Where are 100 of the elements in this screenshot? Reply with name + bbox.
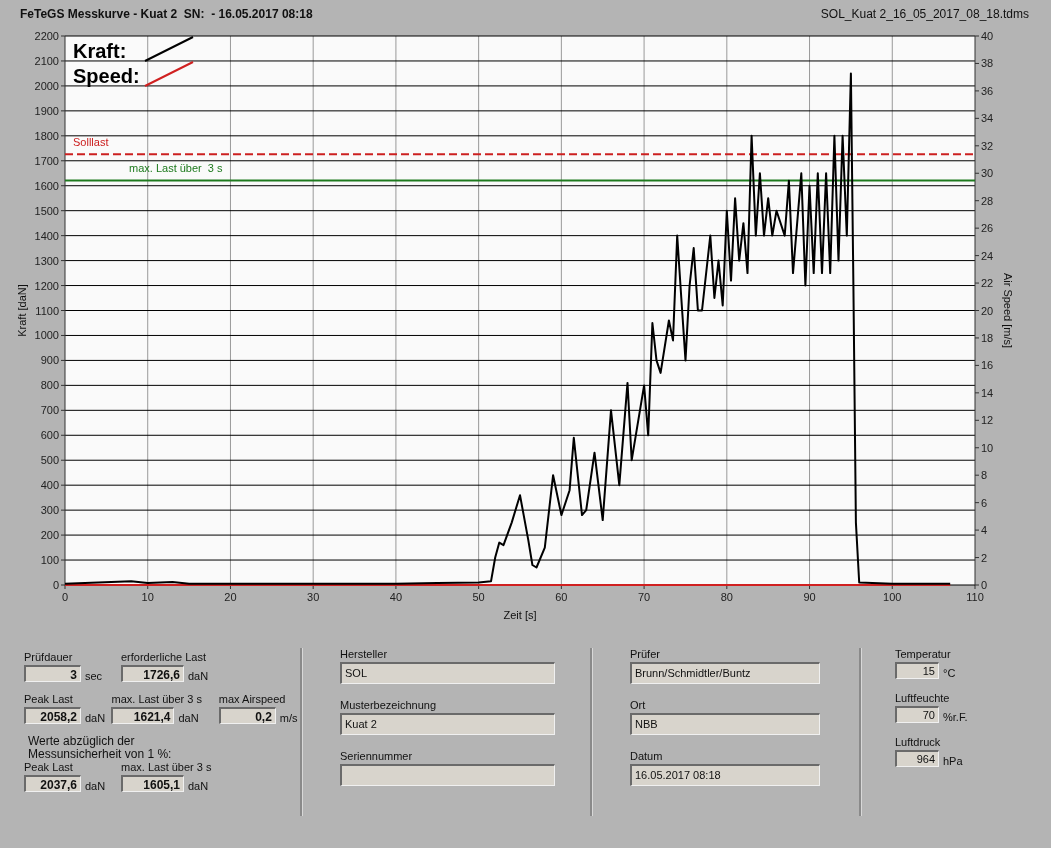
note-text: Werte abzüglich der Messunsicherheit von 1 %: — [28, 735, 173, 761]
x-tick-label: 30 — [307, 591, 320, 603]
value-field: 70 — [895, 706, 939, 723]
x-tick-label: 100 — [883, 591, 902, 603]
y-tick-label: 2000 — [34, 79, 59, 92]
file-name: SOL_Kuat 2_16_05_2017_08_18.tdms — [820, 7, 1029, 21]
y-tick-label: 1400 — [34, 229, 59, 242]
y-tick-label: 1700 — [34, 154, 59, 167]
unit-label: daN — [85, 780, 106, 792]
y2-tick-label: 38 — [981, 57, 994, 70]
y2-tick-label: 10 — [981, 441, 994, 454]
field-label: Peak Last — [24, 693, 74, 705]
y2-tick-label: 18 — [981, 331, 994, 344]
unit-label: m/s — [279, 712, 298, 724]
value-field: 3 — [24, 665, 81, 682]
field-label: erforderliche Last — [121, 651, 207, 663]
value-field: 2058,2 — [24, 707, 81, 724]
y-tick-label: 700 — [40, 404, 59, 417]
y2-tick-label: 14 — [981, 386, 994, 399]
y-tick-label: 400 — [40, 479, 59, 492]
unit-label: %r.F. — [943, 711, 968, 723]
y-tick-label: 2100 — [34, 54, 59, 67]
x-tick-label: 40 — [389, 591, 403, 603]
y-tick-label: 100 — [40, 554, 59, 567]
field-label: max. Last über 3 s — [111, 693, 203, 705]
x-tick-label: 50 — [472, 591, 485, 603]
y2-tick-label: 20 — [981, 304, 994, 317]
x-tick-label: 80 — [720, 591, 733, 603]
x-axis-title: Zeit [s] — [503, 609, 537, 621]
unit-label: daN — [188, 780, 209, 792]
y2-tick-label: 40 — [981, 30, 994, 42]
y2-tick-label: 6 — [981, 496, 988, 509]
unit-label: daN — [188, 670, 209, 682]
unit-label: daN — [178, 712, 199, 724]
field-label: Ort — [630, 699, 647, 711]
y2-axis-title: Air Speed [m/s] — [1002, 272, 1014, 349]
x-tick-label: 70 — [637, 591, 651, 603]
x-tick-label: 60 — [555, 591, 568, 603]
x-tick-label: 20 — [224, 591, 237, 603]
field-label: Prüfdauer — [24, 651, 74, 663]
y2-tick-label: 2 — [981, 551, 988, 564]
value-field: 1605,1 — [121, 775, 184, 792]
y2-tick-label: 36 — [981, 84, 994, 97]
y2-tick-label: 30 — [981, 167, 994, 180]
y-tick-label: 0 — [52, 579, 59, 591]
y-tick-label: 800 — [40, 379, 59, 392]
y-tick-label: 300 — [40, 504, 59, 517]
y2-tick-label: 32 — [981, 139, 994, 152]
y-tick-label: 500 — [40, 454, 59, 467]
legend-label: Speed: — [73, 65, 140, 87]
field-label: Luftfeuchte — [895, 692, 951, 704]
y-tick-label: 200 — [40, 529, 59, 542]
x-tick-label: 10 — [141, 591, 154, 603]
y-tick-label: 1800 — [34, 129, 59, 142]
field-label: Musterbezeichnung — [340, 699, 437, 711]
y2-tick-label: 26 — [981, 222, 994, 235]
unit-label: sec — [85, 670, 103, 682]
field-label: max. Last über 3 s — [121, 761, 213, 773]
legend-line — [144, 61, 194, 87]
field-label: Datum — [630, 750, 664, 762]
y2-tick-label: 28 — [981, 194, 994, 207]
value-field: 1621,4 — [111, 707, 175, 724]
x-tick-label: 0 — [61, 591, 69, 603]
y-tick-label: 1100 — [35, 304, 59, 317]
unit-label: °C — [943, 667, 956, 679]
field-label: Temperatur — [895, 648, 952, 660]
y2-tick-label: 16 — [981, 359, 994, 372]
value-field: 15 — [895, 662, 939, 679]
legend-label: Kraft: — [73, 40, 127, 62]
y-tick-label: 1900 — [34, 104, 59, 117]
x-tick-label: 110 — [966, 591, 984, 603]
y-tick-label: 600 — [40, 429, 59, 442]
field-label: Seriennummer — [340, 750, 414, 762]
value-field: 964 — [895, 750, 939, 767]
y-tick-label: 1500 — [34, 204, 59, 217]
field-label: max Airspeed — [218, 693, 287, 705]
unit-label: daN — [85, 712, 106, 724]
unit-label: hPa — [943, 755, 963, 767]
y2-tick-label: 22 — [981, 277, 994, 290]
y-tick-label: 2200 — [34, 30, 59, 42]
y-axis-title: Kraft [daN] — [16, 284, 28, 337]
value-field: 2037,6 — [24, 775, 81, 792]
y-tick-label: 900 — [40, 354, 59, 367]
x-tick-label: 90 — [803, 591, 816, 603]
y-tick-label: 1200 — [34, 279, 59, 292]
field-label: Luftdruck — [895, 736, 942, 748]
y2-tick-label: 4 — [981, 524, 988, 537]
y2-tick-label: 0 — [981, 579, 988, 591]
window-title: FeTeGS Messkurve - Kuat 2 SN: - 16.05.2017 08:18 — [20, 7, 313, 21]
y2-tick-label: 24 — [981, 249, 994, 262]
field-label: Hersteller — [340, 648, 389, 660]
reference-line-label: max. Last über 3 s — [129, 162, 223, 175]
y2-tick-label: 8 — [981, 469, 988, 482]
field-label: Peak Last — [24, 761, 74, 773]
value-field: 0,2 — [218, 707, 276, 724]
y-tick-label: 1000 — [34, 329, 59, 342]
y-tick-label: 1600 — [34, 179, 59, 192]
field-label: Prüfer — [630, 648, 661, 660]
y-tick-label: 1300 — [34, 254, 59, 267]
value-field: 1726,6 — [121, 665, 184, 682]
